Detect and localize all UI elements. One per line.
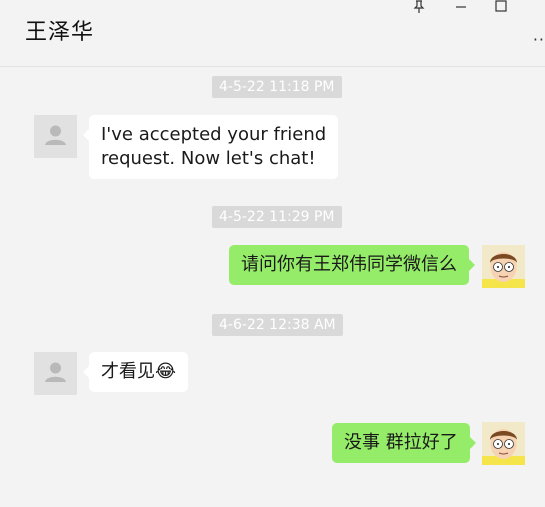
contact-avatar[interactable]	[34, 352, 77, 395]
default-avatar-icon	[34, 115, 77, 158]
morty-avatar-icon	[482, 422, 525, 465]
pin-icon[interactable]	[408, 0, 430, 14]
timestamp: 4-5-22 11:29 PM	[212, 206, 342, 228]
chat-title: 王泽华	[25, 20, 95, 45]
message-text: 才看见	[101, 361, 155, 382]
message-text-line: request. Now let's chat!	[101, 148, 316, 169]
message-text: 没事 群拉好了	[344, 432, 458, 453]
more-icon[interactable]: ··	[533, 30, 545, 49]
maximize-icon[interactable]	[490, 0, 512, 14]
message-bubble-incoming[interactable]: 才看见😂	[82, 352, 189, 392]
morty-avatar-icon	[482, 245, 525, 288]
self-avatar[interactable]	[482, 245, 525, 288]
self-avatar[interactable]	[482, 422, 525, 465]
message-bubble-incoming[interactable]: I've accepted your friend request. Now l…	[82, 115, 339, 179]
timestamp: 4-5-22 11:18 PM	[212, 76, 342, 98]
minimize-icon[interactable]	[450, 0, 472, 14]
message-bubble-outgoing[interactable]: 没事 群拉好了	[332, 423, 476, 463]
message-bubble-outgoing[interactable]: 请问你有王郑伟同学微信么	[229, 245, 475, 285]
chat-header: 王泽华 ··	[0, 0, 545, 67]
message-text-line: I've accepted your friend	[101, 124, 327, 145]
timestamp: 4-6-22 12:38 AM	[212, 314, 343, 336]
laughing-emoji-icon: 😂	[155, 361, 177, 382]
default-avatar-icon	[34, 352, 77, 395]
contact-avatar[interactable]	[34, 115, 77, 158]
message-text: 请问你有王郑伟同学微信么	[241, 254, 457, 275]
